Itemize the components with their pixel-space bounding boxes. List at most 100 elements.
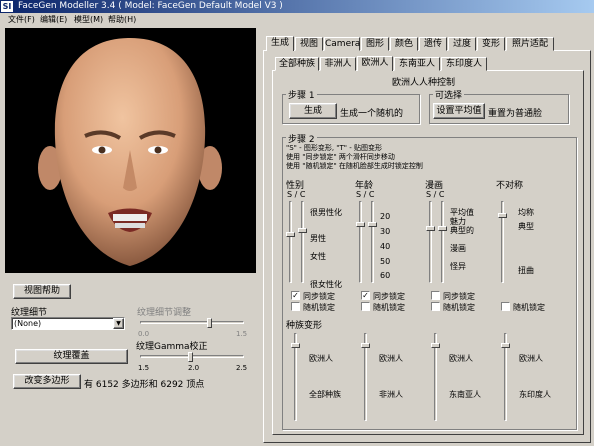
gamma-max: 2.5 bbox=[236, 364, 248, 372]
tab-photofit[interactable]: 照片适配 bbox=[506, 37, 554, 51]
age-color-slider-thumb[interactable] bbox=[368, 222, 377, 227]
texture-cover-button[interactable]: 纹理覆盖 bbox=[15, 349, 128, 364]
tab-genetics[interactable]: 遗传 bbox=[419, 37, 447, 51]
subtab-african[interactable]: 非洲人 bbox=[320, 57, 356, 71]
morph-east-indian-bottom: 东印度人 bbox=[519, 390, 551, 399]
tab-transition[interactable]: 过度 bbox=[448, 37, 476, 51]
age-sc: S / C bbox=[356, 190, 375, 199]
gender-random-lock-label: 随机锁定 bbox=[303, 303, 335, 312]
morph-se-asian-top: 欧洲人 bbox=[449, 354, 473, 363]
caricature-random-lock-label: 随机锁定 bbox=[443, 303, 475, 312]
caricature-sync-lock-label: 同步锁定 bbox=[443, 292, 475, 301]
asymmetry-title: 不对称 bbox=[496, 181, 524, 191]
face-render bbox=[38, 38, 222, 266]
caricature-label-caricature: 漫画 bbox=[450, 244, 466, 253]
morph-african-top: 欧洲人 bbox=[379, 354, 403, 363]
age-random-lock-label: 随机锁定 bbox=[373, 303, 405, 312]
gender-label-male: 男性 bbox=[310, 234, 326, 243]
age-sync-lock-checkbox[interactable]: ✓ bbox=[361, 291, 370, 300]
age-shape-slider-thumb[interactable] bbox=[356, 222, 365, 227]
menu-model[interactable]: 模型(M) bbox=[74, 13, 103, 26]
title-bar: SI FaceGen Modeller 3.4 ( Model: FaceGen… bbox=[0, 0, 594, 13]
morph-african-slider-thumb[interactable] bbox=[361, 343, 370, 348]
morph-all-races-bottom: 全部种族 bbox=[309, 390, 341, 399]
gender-sc: S / C bbox=[287, 190, 306, 199]
gender-label-very-male: 很男性化 bbox=[310, 208, 342, 217]
texture-detail-value: (None) bbox=[14, 319, 42, 328]
tab-morph[interactable]: 变形 bbox=[477, 37, 505, 51]
caricature-shape-slider-track[interactable] bbox=[429, 201, 432, 283]
gamma-mid: 2.0 bbox=[188, 364, 200, 372]
app-icon: SI bbox=[1, 1, 13, 12]
menu-file[interactable]: 文件(F) bbox=[8, 13, 35, 26]
age-sync-lock-label: 同步锁定 bbox=[373, 292, 405, 301]
gamma-min: 1.5 bbox=[138, 364, 150, 372]
change-polygon-button[interactable]: 改变多边形 bbox=[13, 374, 81, 389]
morph-se-asian-bottom: 东南亚人 bbox=[449, 390, 481, 399]
gender-shape-slider-thumb[interactable] bbox=[286, 232, 295, 237]
asymmetry-label-distorted: 扭曲 bbox=[518, 266, 534, 275]
caricature-sc: S / C bbox=[426, 190, 445, 199]
gender-color-slider-thumb[interactable] bbox=[298, 228, 307, 233]
morph-all-races-slider-thumb[interactable] bbox=[291, 343, 300, 348]
subtab-european[interactable]: 欧洲人 bbox=[357, 56, 393, 71]
subtab-se-asian[interactable]: 东南亚人 bbox=[394, 57, 440, 71]
caricature-color-slider-thumb[interactable] bbox=[438, 226, 447, 231]
tab-view[interactable]: 视图 bbox=[295, 37, 323, 51]
gender-shape-slider-track[interactable] bbox=[289, 201, 292, 283]
texture-detail-select[interactable]: (None) ▼ bbox=[11, 317, 125, 330]
window-title: FaceGen Modeller 3.4 ( Model: FaceGen De… bbox=[18, 1, 283, 11]
menu-bar: 文件(F) 编辑(E) 模型(M) 帮助(H) bbox=[0, 13, 594, 26]
face-viewport[interactable] bbox=[5, 28, 256, 273]
caricature-shape-slider-thumb[interactable] bbox=[426, 226, 435, 231]
morph-all-races-top: 欧洲人 bbox=[309, 354, 333, 363]
gender-color-slider-track[interactable] bbox=[301, 201, 304, 283]
subtab-east-indian[interactable]: 东印度人 bbox=[441, 57, 487, 71]
gender-label-female: 女性 bbox=[310, 252, 326, 261]
tab-generate[interactable]: 生成 bbox=[266, 36, 294, 51]
optional-label: 可选择 bbox=[433, 88, 465, 101]
age-label-60: 60 bbox=[380, 271, 391, 280]
polygon-info: 有 6152 多边形和 6292 顶点 bbox=[84, 380, 205, 390]
caricature-random-lock-checkbox[interactable] bbox=[431, 302, 440, 311]
gender-sync-lock-checkbox[interactable]: ✓ bbox=[291, 291, 300, 300]
gender-label-very-female: 很女性化 bbox=[310, 280, 342, 289]
asymmetry-random-lock-label: 随机锁定 bbox=[513, 303, 545, 312]
step2-note3: 使用 "随机锁定" 在随机脸部生成时锁定控制 bbox=[286, 162, 423, 170]
morph-east-indian-slider-thumb[interactable] bbox=[501, 343, 510, 348]
asymmetry-slider-thumb[interactable] bbox=[498, 213, 507, 218]
caricature-sync-lock-checkbox[interactable] bbox=[431, 291, 440, 300]
age-label-40: 40 bbox=[380, 242, 391, 251]
age-color-slider-track[interactable] bbox=[371, 201, 374, 283]
subtab-all-races[interactable]: 全部种族 bbox=[275, 57, 319, 71]
set-average-button[interactable]: 设置平均值 bbox=[433, 103, 485, 119]
age-random-lock-checkbox[interactable] bbox=[361, 302, 370, 311]
gamma-slider-thumb[interactable] bbox=[188, 352, 193, 362]
caricature-label-typical: 典型的 bbox=[450, 226, 474, 235]
tab-shape[interactable]: 图形 bbox=[361, 37, 389, 51]
caricature-color-slider-track[interactable] bbox=[441, 201, 444, 283]
menu-help[interactable]: 帮助(H) bbox=[108, 13, 136, 26]
view-help-button[interactable]: 视图帮助 bbox=[13, 284, 71, 299]
caricature-label-bizarre: 怪异 bbox=[450, 262, 466, 271]
texture-detail-slider-track[interactable] bbox=[140, 321, 244, 324]
age-label-30: 30 bbox=[380, 227, 391, 236]
generate-button[interactable]: 生成 bbox=[289, 103, 337, 119]
chevron-down-icon[interactable]: ▼ bbox=[113, 318, 124, 329]
asymmetry-label-symmetric: 均称 bbox=[518, 208, 534, 217]
panel-title: 欧洲人人种控制 bbox=[392, 78, 456, 88]
morph-east-indian-top: 欧洲人 bbox=[519, 354, 543, 363]
age-shape-slider-track[interactable] bbox=[359, 201, 362, 283]
tab-color[interactable]: 颜色 bbox=[390, 37, 418, 51]
race-morph-title: 种族变形 bbox=[286, 321, 323, 331]
gender-sync-lock-label: 同步锁定 bbox=[303, 292, 335, 301]
gender-random-lock-checkbox[interactable] bbox=[291, 302, 300, 311]
asymmetry-random-lock-checkbox[interactable] bbox=[501, 302, 510, 311]
step1-label: 步骤 1 bbox=[286, 88, 317, 101]
generate-desc: 生成一个随机的 bbox=[340, 109, 404, 119]
tab-camera[interactable]: Camera bbox=[324, 37, 360, 51]
age-label-20: 20 bbox=[380, 212, 391, 221]
menu-edit[interactable]: 编辑(E) bbox=[40, 13, 67, 26]
morph-se-asian-slider-thumb[interactable] bbox=[431, 343, 440, 348]
texture-detail-slider-thumb[interactable] bbox=[207, 318, 212, 328]
